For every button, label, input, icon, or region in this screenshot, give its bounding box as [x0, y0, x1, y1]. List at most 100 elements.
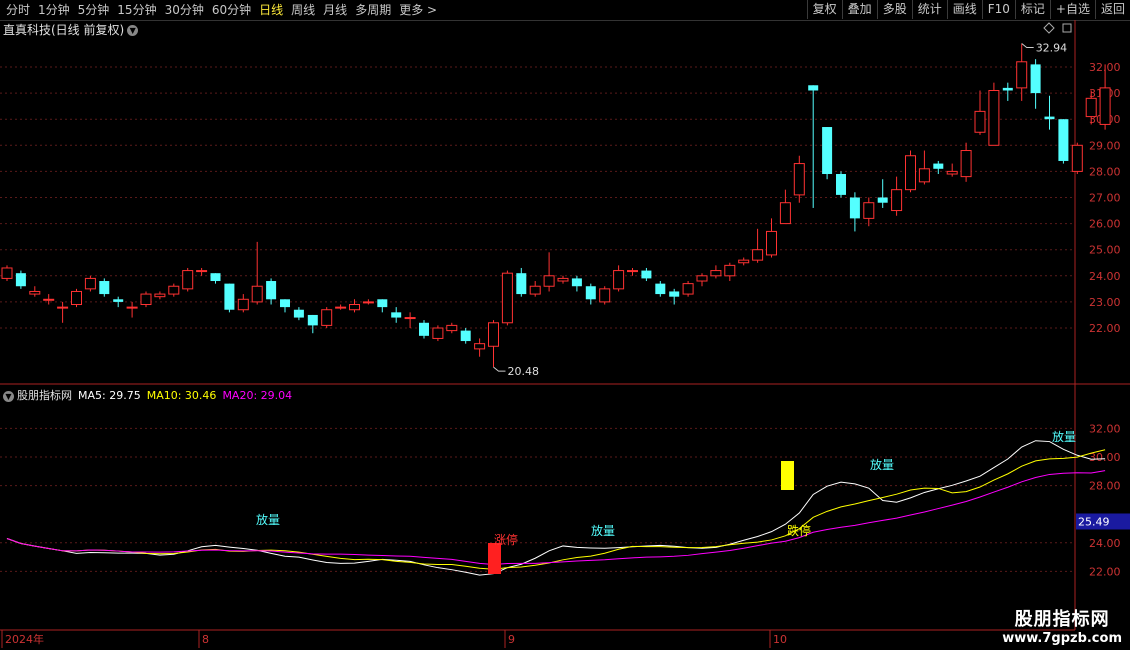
candle-body	[446, 324, 458, 332]
y-tick-label: 23.00	[1089, 296, 1121, 309]
candle-body	[627, 270, 638, 273]
candle-body	[15, 273, 26, 287]
candle-body	[1071, 144, 1083, 172]
candle-body	[543, 275, 555, 287]
signal-annotation: 放量	[591, 523, 615, 538]
candle-body	[154, 293, 166, 298]
candle-body	[432, 327, 444, 339]
candle-body	[237, 298, 249, 311]
candle-body	[1058, 119, 1069, 161]
y-tick-label: 28.00	[1089, 165, 1121, 178]
candle-body	[891, 189, 903, 212]
candle-body	[974, 110, 986, 133]
x-tick-label: 2024年	[5, 632, 44, 646]
candle-body	[251, 285, 263, 303]
candle-body	[1030, 64, 1041, 94]
y-tick-label: 29.00	[1089, 139, 1121, 152]
candle-body	[988, 89, 1000, 146]
candle-body	[696, 275, 708, 282]
candle-body	[585, 286, 596, 300]
current-value-label: 25.49	[1078, 515, 1110, 528]
candle-body	[710, 270, 722, 277]
candle-body	[404, 317, 416, 320]
candle-body	[71, 290, 82, 306]
candle-body	[738, 259, 750, 264]
signal-annotation: 放量	[870, 457, 894, 472]
candle-body	[557, 277, 569, 282]
candle-body	[724, 264, 736, 277]
candle-body	[126, 306, 138, 309]
ma-line-ma20	[6, 470, 1106, 565]
high-price-label: 32.94	[1036, 42, 1068, 55]
signal-annotation: 放量	[256, 512, 280, 527]
candle-body	[419, 322, 429, 336]
y-tick-label: 22.00	[1089, 322, 1121, 335]
candle-body	[779, 202, 791, 225]
y-tick-label: 26.00	[1089, 218, 1121, 231]
x-tick-label: 9	[508, 633, 515, 646]
low-price-label: 20.48	[508, 365, 540, 378]
candle-body	[849, 197, 860, 219]
y-tick-label: 27.00	[1089, 192, 1121, 205]
x-tick-label: 8	[202, 633, 209, 646]
y-tick-label: 24.00	[1089, 270, 1121, 283]
signal-annotation: 涨停	[494, 532, 518, 547]
x-tick-label: 10	[773, 633, 787, 646]
candle-body	[752, 249, 764, 261]
candle-body	[460, 330, 471, 342]
candle-body	[669, 291, 680, 297]
candle-body	[501, 272, 513, 324]
candle-body	[793, 163, 805, 196]
candle-body	[808, 85, 819, 91]
y-tick-label: 32.00	[1089, 422, 1121, 435]
candle-body	[280, 299, 290, 308]
candle-body	[99, 281, 110, 295]
candle-body	[168, 285, 180, 295]
candle-body	[863, 202, 875, 219]
high-pointer	[1021, 43, 1034, 49]
candle-body	[571, 278, 582, 287]
candle-body	[1099, 87, 1111, 125]
watermark-url: www.7gpzb.com	[1002, 631, 1122, 646]
candle-body	[84, 277, 96, 290]
candle-body	[349, 304, 360, 311]
candle-body	[1, 267, 13, 279]
candle-body	[1085, 97, 1097, 118]
ma-line-ma10	[6, 449, 1106, 570]
watermark: 股朋指标网 www.7gpzb.com	[1002, 605, 1122, 646]
y-tick-label: 25.00	[1089, 244, 1121, 257]
candle-body	[918, 168, 930, 183]
candle-body	[1016, 61, 1028, 89]
signal-annotation: 跌停	[787, 523, 811, 538]
candle-body	[266, 281, 277, 300]
candle-body	[682, 283, 694, 295]
kline-chart[interactable]: 32.0031.0030.0029.0028.0027.0026.0025.00…	[0, 0, 1130, 650]
candle-body	[946, 170, 958, 175]
candle-body	[182, 270, 194, 290]
candle-body	[836, 174, 846, 195]
low-pointer	[493, 366, 506, 372]
candle-body	[1002, 87, 1013, 91]
candle-body	[655, 283, 666, 295]
candle-body	[224, 283, 235, 310]
candle-body	[822, 127, 833, 175]
y-tick-label: 28.00	[1089, 480, 1121, 493]
layout-icon	[1062, 23, 1072, 33]
candle-body	[43, 298, 55, 301]
limit-up-bar	[488, 543, 501, 574]
candle-body	[377, 299, 388, 308]
y-tick-label: 24.00	[1089, 537, 1121, 550]
candle-body	[488, 322, 499, 347]
limit-down-bar	[781, 461, 794, 490]
candle-body	[599, 288, 611, 303]
candle-body	[641, 270, 652, 279]
candle-body	[113, 299, 124, 302]
candle-body	[766, 230, 777, 256]
candle-body	[905, 155, 916, 191]
y-tick-label: 22.00	[1089, 565, 1121, 578]
candle-body	[210, 273, 221, 282]
candle-body	[1044, 116, 1055, 120]
signal-annotation: 放量	[1052, 429, 1076, 444]
candle-body	[293, 309, 304, 318]
candle-body	[29, 290, 41, 295]
